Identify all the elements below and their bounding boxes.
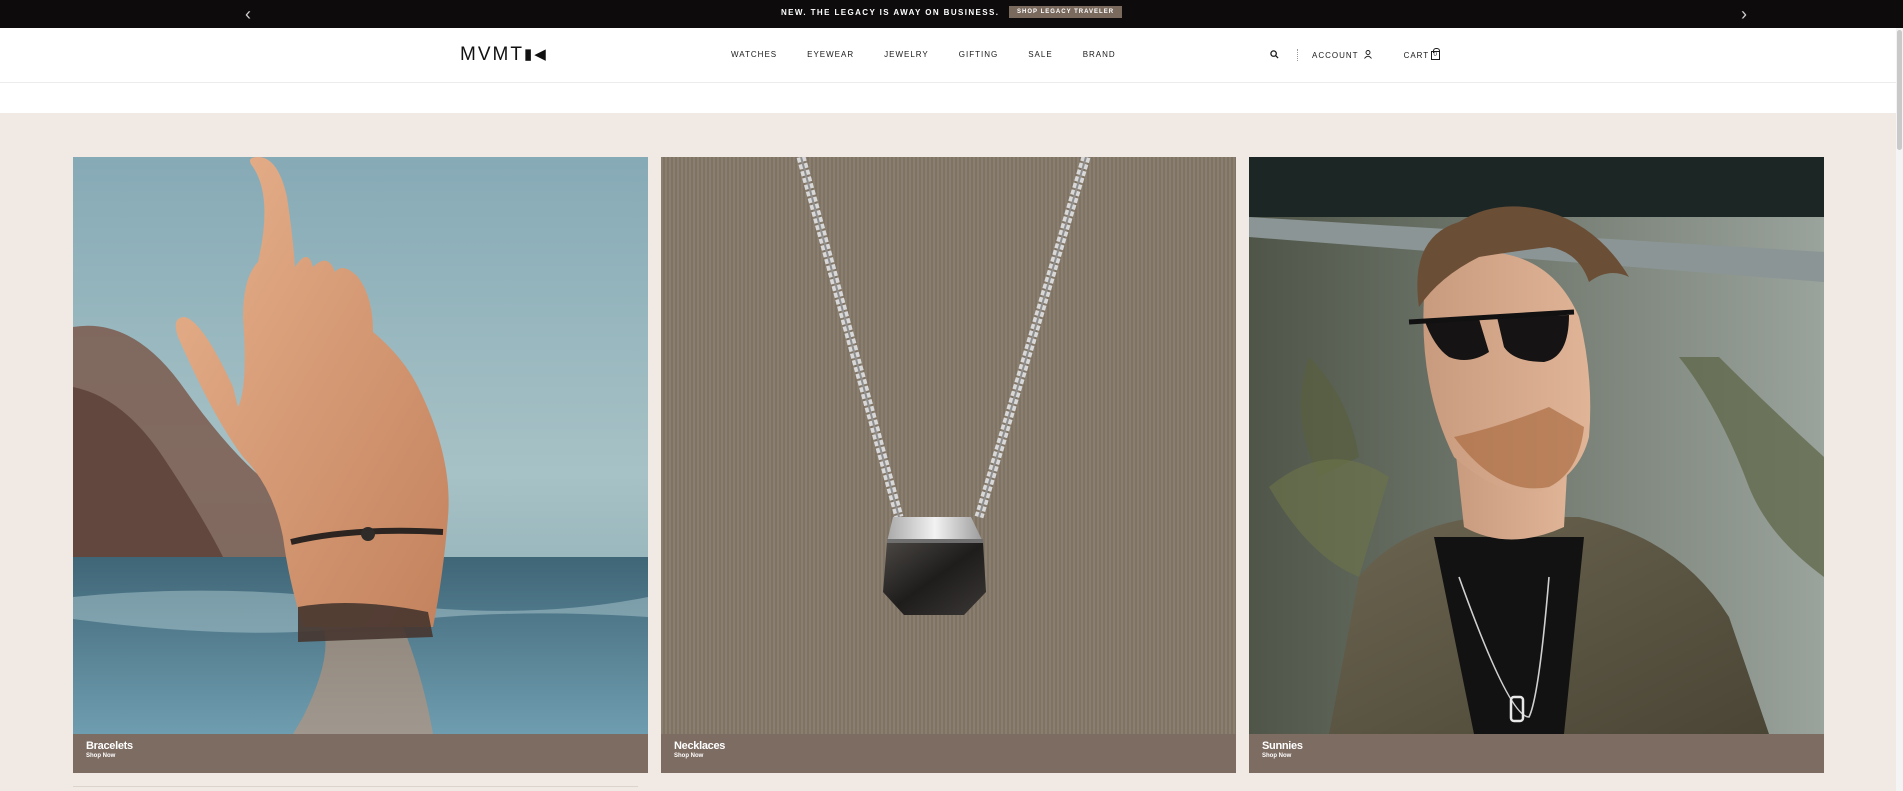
category-card-bracelets[interactable]: Bracelets Shop Now	[73, 157, 648, 773]
site-header: MVMT▮◀ WATCHES EYEWEAR JEWELRY GIFTING S…	[0, 28, 1903, 83]
category-title: Sunnies	[1262, 740, 1303, 752]
user-icon	[1363, 49, 1372, 61]
account-label: ACCOUNT	[1312, 50, 1359, 60]
mvmt-logo[interactable]: MVMT▮◀	[460, 44, 548, 66]
scrollbar-thumb[interactable]	[1897, 30, 1902, 150]
category-caption: Necklaces Shop Now	[661, 734, 1236, 773]
nav-item-sale[interactable]: SALE	[1028, 50, 1052, 59]
section-divider	[73, 786, 638, 787]
sunnies-photo	[1249, 157, 1824, 734]
bracelets-photo	[73, 157, 648, 734]
cart-count: 0	[1433, 51, 1438, 58]
shop-now-link[interactable]: Shop Now	[86, 753, 648, 759]
header-utilities: ACCOUNT CART 0	[1270, 47, 1441, 61]
announcement-message: NEW. THE LEGACY IS AWAY ON BUSINESS.	[780, 8, 1000, 18]
header-spacer	[0, 83, 1903, 113]
shop-now-link[interactable]: Shop Now	[674, 753, 1236, 759]
main-nav: WATCHES EYEWEAR JEWELRY GIFTING SALE BRA…	[731, 50, 1116, 59]
nav-item-jewelry[interactable]: JEWELRY	[884, 50, 929, 59]
category-caption: Bracelets Shop Now	[73, 734, 648, 773]
chevron-right-icon[interactable]: ›	[1734, 4, 1754, 24]
category-card-sunnies[interactable]: Sunnies Shop Now	[1249, 157, 1824, 773]
category-caption: Sunnies Shop Now	[1249, 734, 1824, 773]
shop-legacy-traveler-button[interactable]: SHOP LEGACY TRAVELER	[1009, 6, 1123, 18]
category-card-necklaces[interactable]: Necklaces Shop Now	[661, 157, 1236, 773]
category-title: Bracelets	[86, 740, 133, 752]
nav-item-watches[interactable]: WATCHES	[731, 50, 777, 59]
cart-link[interactable]: CART 0	[1403, 47, 1441, 60]
nav-item-brand[interactable]: BRAND	[1083, 50, 1116, 59]
announcement-bar: ‹ NEW. THE LEGACY IS AWAY ON BUSINESS. S…	[0, 0, 1903, 28]
shopping-bag-icon: 0	[1431, 47, 1441, 60]
category-title: Necklaces	[674, 740, 726, 752]
shop-now-link[interactable]: Shop Now	[1262, 753, 1824, 759]
nav-item-gifting[interactable]: GIFTING	[959, 50, 998, 59]
page-scrollbar[interactable]	[1896, 28, 1903, 791]
account-link[interactable]: ACCOUNT	[1312, 49, 1372, 61]
header-divider	[1297, 49, 1298, 61]
necklaces-photo	[661, 157, 1236, 734]
logo-text: MVMT	[460, 44, 524, 65]
nav-item-eyewear[interactable]: EYEWEAR	[807, 50, 854, 59]
logo-mark-icon: ▮◀	[523, 46, 548, 63]
search-icon[interactable]	[1270, 49, 1279, 61]
announcement-text-row: NEW. THE LEGACY IS AWAY ON BUSINESS. SHO…	[0, 6, 1903, 19]
cart-label: CART	[1403, 50, 1430, 60]
